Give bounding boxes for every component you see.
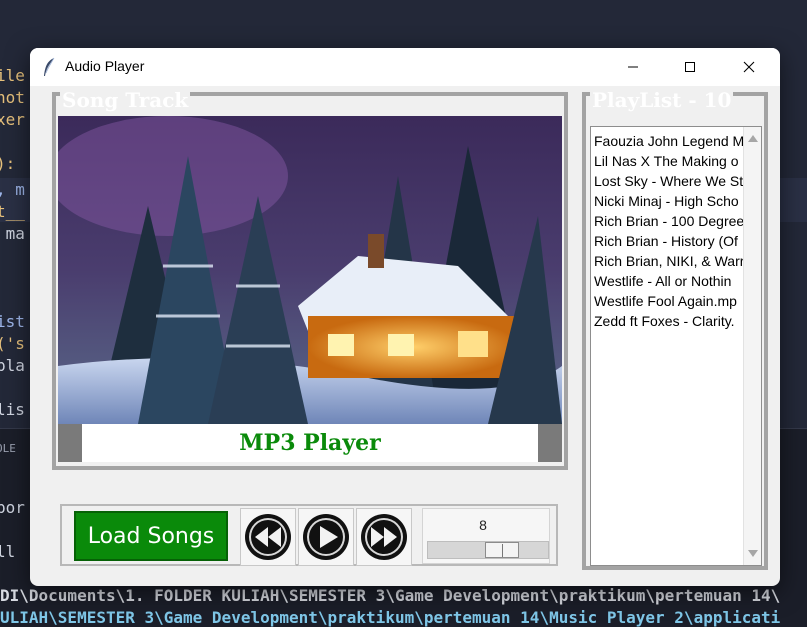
player-caption: MP3 Player — [239, 430, 381, 456]
minimize-icon — [628, 66, 638, 68]
playlist-frame: PlayList - 10 Faouzia John Legend M Lil … — [582, 88, 768, 570]
audio-player-window: Audio Player Song Track MP3 Player Load … — [30, 48, 780, 586]
close-button[interactable] — [726, 48, 772, 86]
playlist-scrollbar[interactable] — [743, 127, 761, 565]
terminal-line: DI\Documents\1. FOLDER KULIAH\SEMESTER 3… — [0, 586, 781, 605]
playlist-item[interactable]: Faouzia John Legend M — [594, 131, 744, 151]
code-line: t__ — [0, 202, 25, 221]
maximize-button[interactable] — [667, 48, 713, 86]
code-line: lis — [0, 400, 25, 419]
code-line: ('s — [0, 334, 25, 353]
playlist-item[interactable]: Rich Brian - 100 Degree — [594, 211, 744, 231]
playlist-item[interactable]: Zedd ft Foxes - Clarity. — [594, 311, 744, 331]
caption-box: MP3 Player — [82, 424, 538, 462]
playlist-item[interactable]: Westlife - All or Nothin — [594, 271, 744, 291]
code-line: xer — [0, 110, 25, 129]
playlist-item[interactable]: Lost Sky - Where We St — [594, 171, 744, 191]
playlist-item[interactable]: Rich Brian, NIKI, & Warr — [594, 251, 744, 271]
controls-frame: Load Songs 8 — [60, 504, 558, 566]
scroll-down-arrow-icon[interactable] — [748, 550, 758, 557]
volume-scale[interactable]: 8 — [422, 508, 550, 564]
next-button[interactable] — [356, 508, 412, 566]
playlist-title: PlayList - 10 — [590, 88, 734, 112]
terminal-line: ULIAH\SEMESTER 3\Game Development\prakti… — [0, 608, 781, 627]
minimize-button[interactable] — [610, 48, 656, 86]
code-line: ile — [0, 66, 25, 85]
code-line: ll — [0, 542, 16, 561]
song-track-frame: Song Track MP3 Player — [52, 88, 568, 470]
scroll-up-arrow-icon[interactable] — [748, 135, 758, 142]
fast-forward-icon — [361, 514, 407, 560]
playlist-item[interactable]: Rich Brian - History (Of — [594, 231, 744, 251]
title-bar[interactable]: Audio Player — [30, 48, 780, 86]
code-line: , m — [0, 180, 25, 199]
close-icon — [743, 61, 755, 73]
code-line: pla — [0, 356, 25, 375]
song-track-title: Song Track — [60, 88, 191, 112]
volume-value: 8 — [479, 517, 487, 533]
playlist-listbox[interactable]: Faouzia John Legend M Lil Nas X The Maki… — [590, 126, 762, 566]
code-line: por — [0, 498, 25, 517]
volume-trough[interactable] — [427, 541, 549, 559]
volume-slider-handle[interactable] — [485, 542, 519, 558]
maximize-icon — [685, 62, 695, 72]
winter-cabin-image — [58, 116, 562, 424]
window-title: Audio Player — [65, 58, 145, 74]
code-line: ma — [5, 224, 25, 243]
feather-icon — [44, 57, 55, 76]
code-line: ): — [0, 154, 16, 173]
load-songs-button[interactable]: Load Songs — [74, 511, 228, 561]
playlist-item[interactable]: Lil Nas X The Making o — [594, 151, 744, 171]
playlist-item[interactable]: Westlife Fool Again.mp — [594, 291, 744, 311]
code-line: hot — [0, 88, 25, 107]
song-track-panel: MP3 Player — [58, 116, 562, 462]
rewind-icon — [245, 514, 291, 560]
play-button[interactable] — [298, 508, 354, 566]
playlist-item[interactable]: Nicki Minaj - High Scho — [594, 191, 744, 211]
code-line: ist — [0, 312, 25, 331]
previous-button[interactable] — [240, 508, 296, 566]
play-icon — [303, 514, 349, 560]
code-line: OLE — [0, 442, 16, 455]
